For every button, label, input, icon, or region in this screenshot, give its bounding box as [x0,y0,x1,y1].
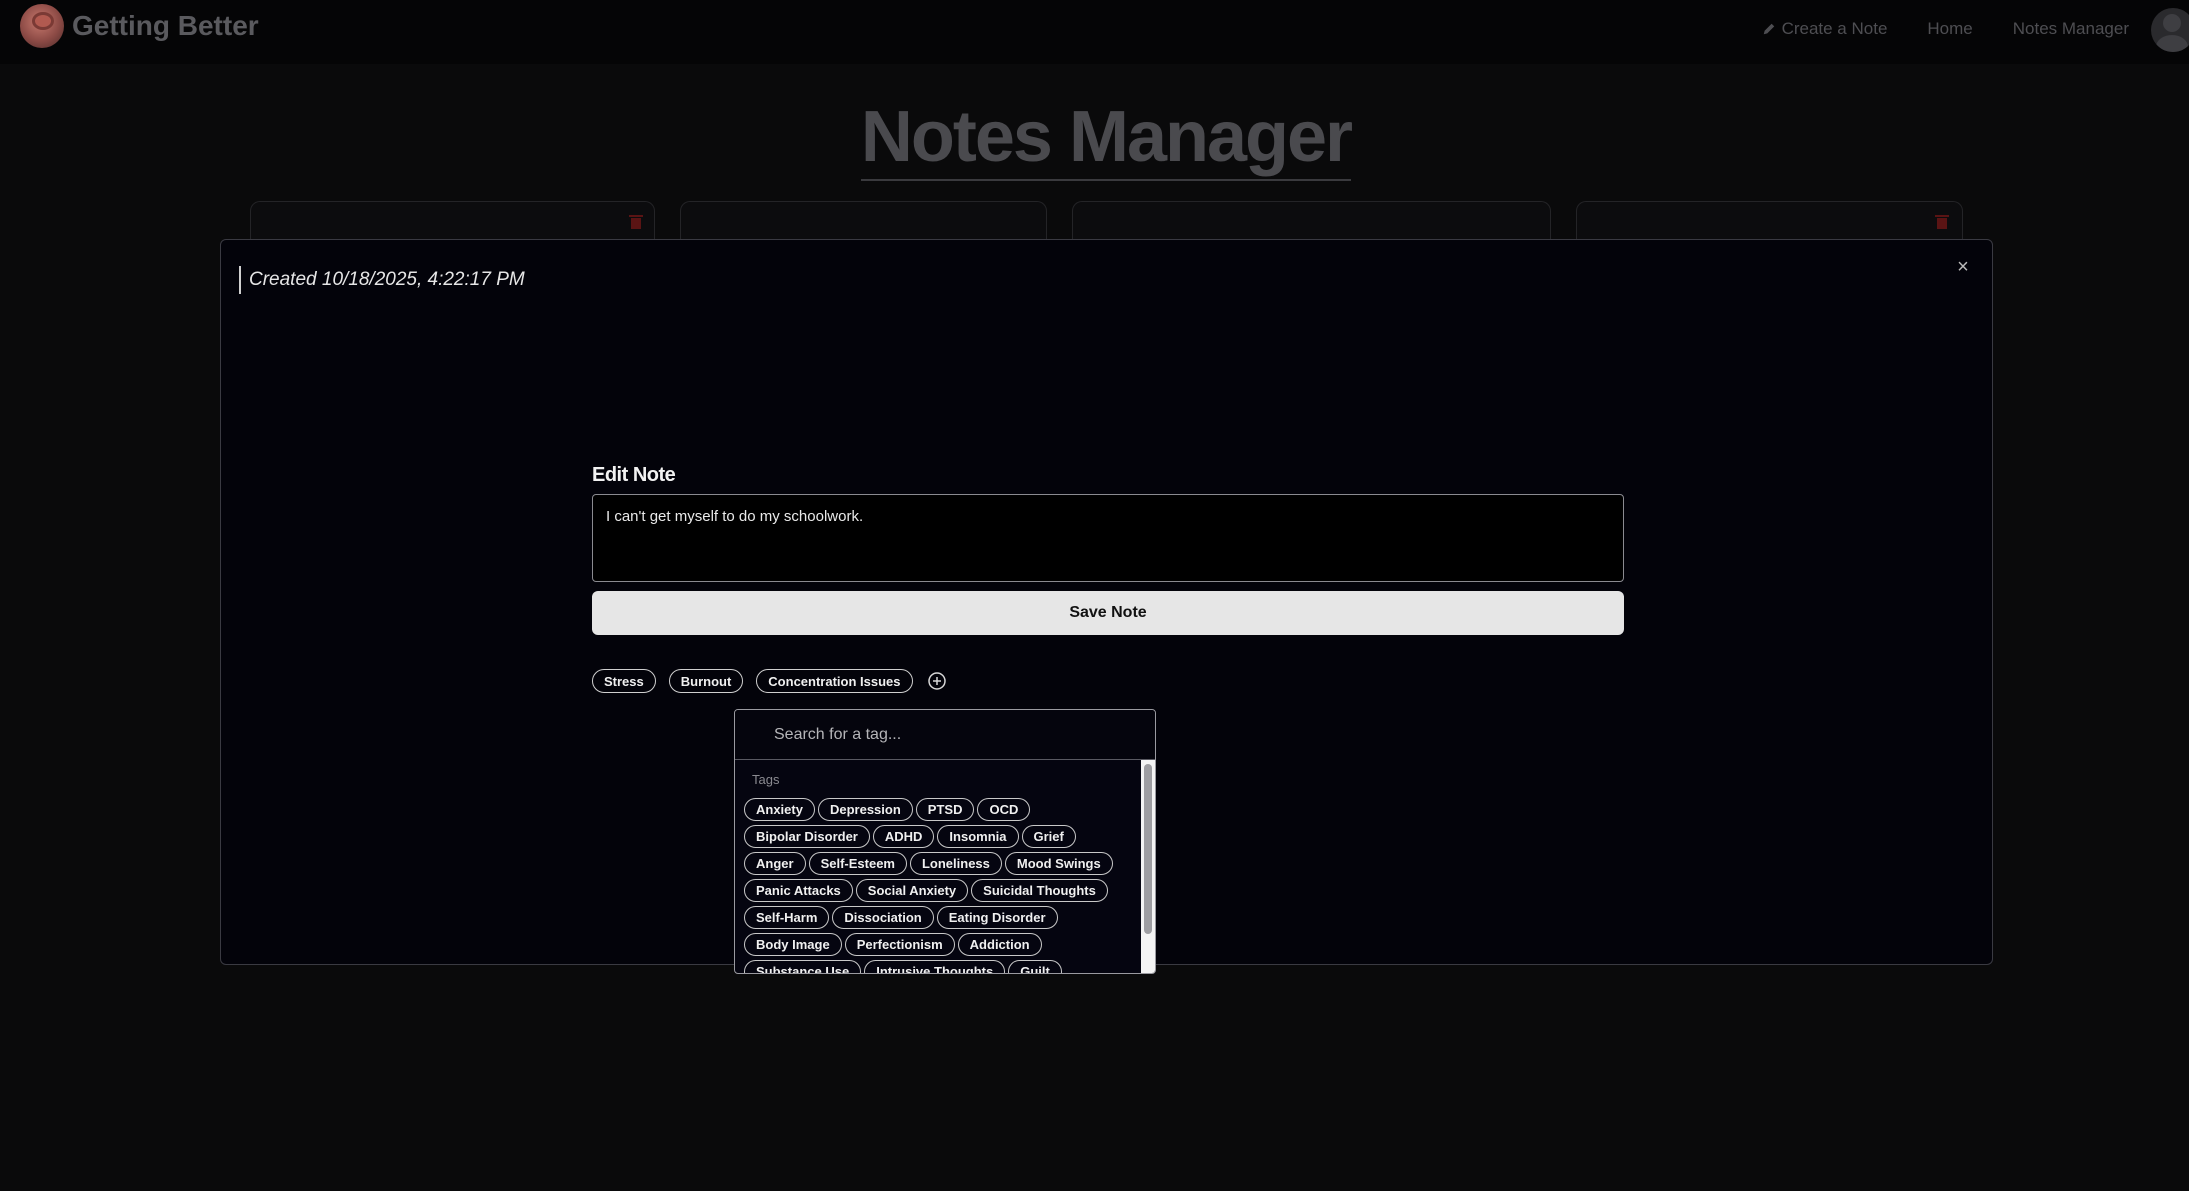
tag-option[interactable]: Dissociation [832,906,934,929]
tag-option[interactable]: Intrusive Thoughts [864,960,1006,973]
avatar[interactable] [2151,8,2189,52]
save-note-button[interactable]: Save Note [592,591,1624,635]
tag-option[interactable]: PTSD [915,798,975,821]
tag-option[interactable]: Grief [1021,825,1076,848]
tag-options-row: Anger Self-Esteem Loneliness Mood Swings [744,852,1144,879]
dropdown-scrollbar[interactable] [1141,760,1155,973]
tag-option[interactable]: OCD [977,798,1031,821]
tag-options: Anxiety Depression PTSD OCD Bipolar Diso… [744,798,1144,973]
nav-home[interactable]: Home [1927,19,1972,39]
tag-options-row: Bipolar Disorder ADHD Insomnia Grief [744,825,1144,852]
tag-options-row: Panic Attacks Social Anxiety Suicidal Th… [744,879,1144,906]
tag-options-row: Substance Use Intrusive Thoughts Guilt [744,960,1144,973]
brain-logo-icon [20,4,64,48]
tag-option[interactable]: Bipolar Disorder [744,825,870,848]
selected-tag-burnout[interactable]: Burnout [668,669,744,693]
tag-option[interactable]: Substance Use [744,960,862,973]
nav-links: Create a Note Home Notes Manager [1722,0,2129,58]
trash-icon[interactable] [629,214,643,230]
tag-option[interactable]: Panic Attacks [744,879,853,902]
trash-icon[interactable] [1935,214,1949,230]
tag-option[interactable]: Anxiety [744,798,815,821]
tag-option[interactable]: Insomnia [937,825,1019,848]
tag-option[interactable]: Body Image [744,933,842,956]
close-icon[interactable]: × [1954,257,1972,277]
pencil-icon [1763,23,1774,35]
tag-option[interactable]: Depression [817,798,913,821]
tag-option[interactable]: Self-Harm [744,906,830,929]
nav-create-note-label: Create a Note [1781,19,1888,38]
tag-option[interactable]: Social Anxiety [855,879,969,902]
nav-notes-manager[interactable]: Notes Manager [2013,19,2129,39]
tag-option[interactable]: Eating Disorder [936,906,1058,929]
created-timestamp: Created 10/18/2025, 4:22:17 PM [239,266,525,294]
edit-note-modal: Created 10/18/2025, 4:22:17 PM × Edit No… [220,239,1993,974]
tag-dropdown: Tags Anxiety Depression PTSD OCD Bipolar… [734,709,1156,974]
page-title-text: Notes Manager [860,97,1353,181]
tags-heading: Tags [752,772,780,787]
selected-tags: Stress Burnout Concentration Issues [592,669,947,693]
tag-option[interactable]: Loneliness [909,852,1002,875]
plus-circle-icon[interactable] [927,671,947,691]
brand-title: Getting Better [72,10,259,41]
selected-tag-stress[interactable]: Stress [592,669,656,693]
brand[interactable]: Getting Better [20,4,259,48]
tag-option[interactable]: Suicidal Thoughts [971,879,1108,902]
tag-search-wrap [735,710,1155,760]
tag-search-input[interactable] [735,710,1155,760]
navbar: Getting Better Create a Note Home Notes … [0,0,2189,64]
tag-options-row: Self-Harm Dissociation Eating Disorder [744,906,1144,933]
tag-option[interactable]: Anger [744,852,806,875]
tag-options-row: Body Image Perfectionism Addiction [744,933,1144,960]
selected-tag-concentration-issues[interactable]: Concentration Issues [756,669,913,693]
tag-options-row: Anxiety Depression PTSD OCD [744,798,1144,825]
tag-option[interactable]: Guilt [1008,960,1062,973]
page-title: Notes Manager [0,96,2189,181]
tag-option[interactable]: Mood Swings [1004,852,1113,875]
note-textarea[interactable] [592,494,1624,582]
tag-option[interactable]: Addiction [957,933,1042,956]
tag-option[interactable]: Perfectionism [844,933,955,956]
tag-option[interactable]: ADHD [872,825,935,848]
scrollbar-thumb[interactable] [1144,764,1152,934]
nav-create-note[interactable]: Create a Note [1762,19,1888,39]
tag-option[interactable]: Self-Esteem [808,852,907,875]
edit-note-label: Edit Note [592,464,676,486]
